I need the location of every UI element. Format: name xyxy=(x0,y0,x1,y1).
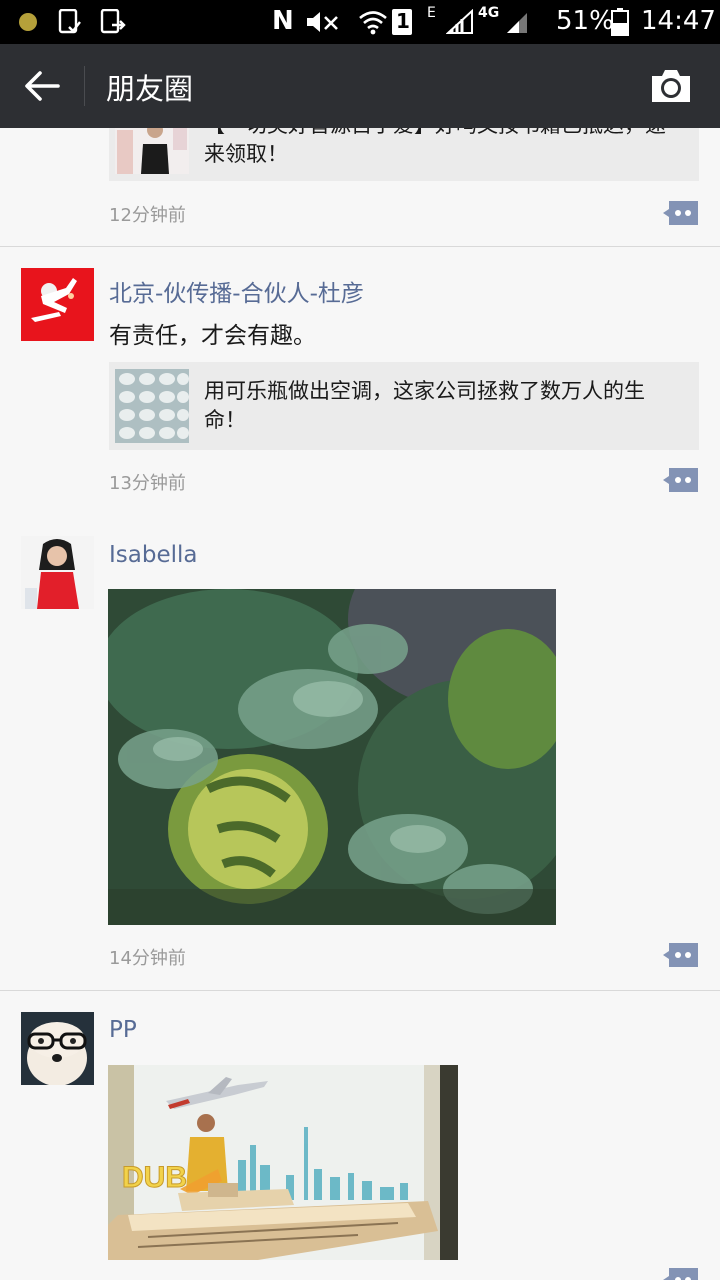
battery-icon xyxy=(611,8,629,36)
page-title: 朋友圈 xyxy=(106,72,194,106)
post-time: 12分钟前 xyxy=(109,205,186,226)
author-name[interactable]: Isabella xyxy=(109,542,198,568)
back-arrow-icon[interactable] xyxy=(22,68,62,104)
post-photo[interactable] xyxy=(108,589,556,925)
app-bar-divider xyxy=(84,66,85,106)
phone-transfer-icon xyxy=(100,9,126,34)
moment-post: PP DUBAI xyxy=(0,991,720,1280)
avatar[interactable] xyxy=(21,536,94,609)
shared-link-card[interactable]: 用可乐瓶做出空调，这家公司拯救了数万人的生命！ xyxy=(109,362,699,450)
notification-dot-icon xyxy=(19,13,37,31)
avatar[interactable] xyxy=(21,1012,94,1085)
sim-icon: 1 xyxy=(392,9,412,35)
post-time: 14分钟前 xyxy=(109,948,186,969)
signal-icon xyxy=(446,9,473,34)
camera-icon[interactable] xyxy=(650,68,692,104)
moments-feed[interactable]: 【一切美好皆源自于爱】好吗文按书籍已抵达，速来领取！ 12分钟前 北京-伙传播-… xyxy=(0,128,720,1280)
avatar[interactable] xyxy=(21,268,94,341)
comment-icon[interactable] xyxy=(662,467,699,493)
comment-icon[interactable] xyxy=(662,1267,699,1280)
phone-notification-icon xyxy=(58,9,81,34)
comment-icon[interactable] xyxy=(662,200,699,226)
post-time: 13分钟前 xyxy=(109,473,186,494)
network-type-label: E xyxy=(427,5,436,21)
link-thumbnail xyxy=(115,128,189,174)
nfc-icon: N xyxy=(272,6,294,36)
moment-post: 【一切美好皆源自于爱】好吗文按书籍已抵达，速来领取！ 12分钟前 xyxy=(0,128,720,246)
moment-post: Isabella 14分钟前 xyxy=(0,516,720,991)
post-text: 有责任，才会有趣。 xyxy=(109,323,316,349)
link-title: 用可乐瓶做出空调，这家公司拯救了数万人的生命！ xyxy=(204,379,645,432)
comment-icon[interactable] xyxy=(662,942,699,968)
signal-2-icon xyxy=(507,13,527,33)
clock: 14:47 xyxy=(641,6,716,36)
link-thumbnail xyxy=(115,369,189,443)
mute-icon xyxy=(307,12,338,32)
post-photo[interactable]: DUBAI xyxy=(108,1065,458,1260)
app-bar: 朋友圈 xyxy=(0,44,720,128)
sim-label: 1 xyxy=(396,9,410,33)
battery-percent: 51% xyxy=(556,6,614,36)
link-title: 【一切美好皆源自于爱】好吗文按书籍已抵达，速来领取！ xyxy=(204,128,666,166)
author-name[interactable]: 北京-伙传播-合伙人-杜彦 xyxy=(109,274,364,308)
author-name[interactable]: PP xyxy=(109,1017,137,1043)
network-4g-label: 4G xyxy=(478,5,500,21)
wifi-icon xyxy=(359,11,387,35)
shared-link-card[interactable]: 【一切美好皆源自于爱】好吗文按书籍已抵达，速来领取！ xyxy=(109,128,699,181)
status-bar: N 1 E 4G 51% 14:47 xyxy=(0,0,720,44)
